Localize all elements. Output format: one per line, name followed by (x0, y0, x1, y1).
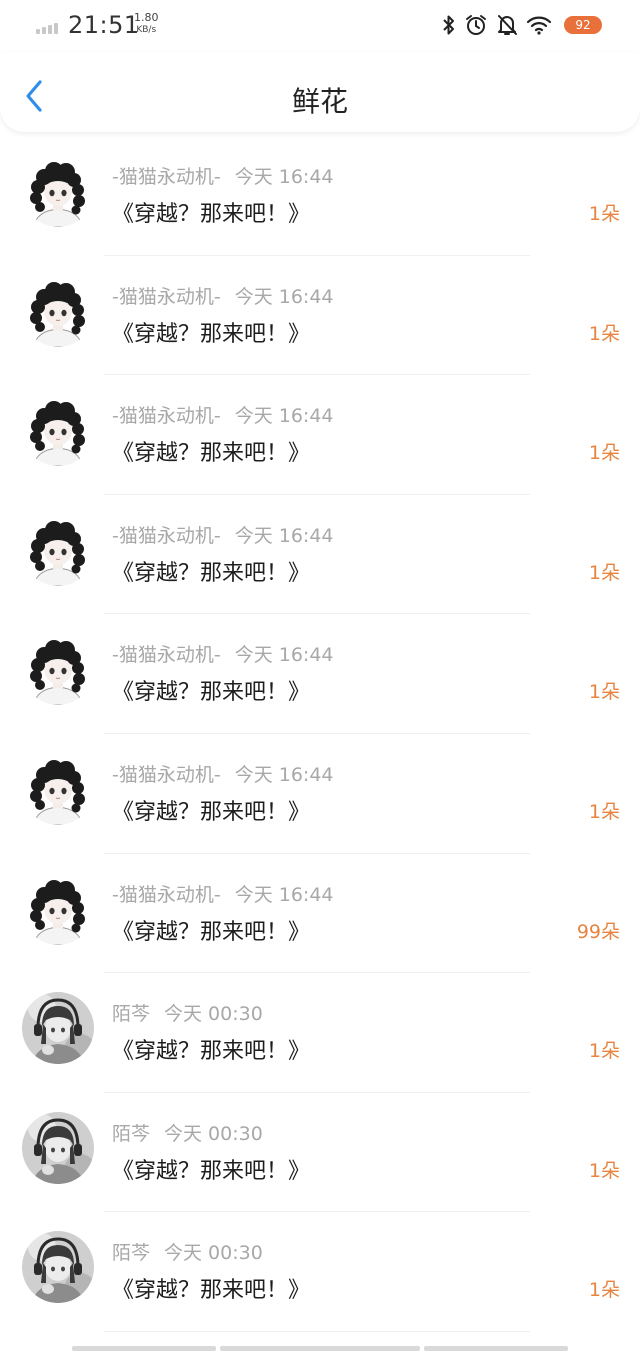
book-title[interactable]: 《穿越？那来吧！》 (112, 316, 310, 348)
flower-count: 1朵 (588, 561, 620, 584)
username[interactable]: -猫猫永动机- (112, 405, 221, 427)
flower-count: 99朵 (576, 920, 620, 943)
item-meta: 陌芩 今天 00:30 (112, 1238, 263, 1265)
list-item[interactable]: -猫猫永动机- 今天 16:44 《穿越？那来吧！》 1朵 (0, 614, 640, 734)
item-meta: -猫猫永动机- 今天 16:44 (112, 401, 334, 428)
list-item[interactable]: 陌芩 今天 00:30 《穿越？那来吧！》 1朵 (0, 973, 640, 1093)
status-time: 21:51 (68, 11, 140, 39)
timestamp: 今天 00:30 (164, 1122, 263, 1145)
bottom-scroll-indicator (0, 1346, 640, 1351)
flower-count: 1朵 (588, 1040, 620, 1063)
list-item[interactable]: -猫猫永动机- 今天 16:44 《穿越？那来吧！》 1朵 (0, 375, 640, 495)
status-bar: 21:51 1.80 KB/s 92 (0, 0, 640, 52)
timestamp: 今天 16:44 (234, 763, 334, 786)
item-meta: -猫猫永动机- 今天 16:44 (112, 760, 334, 787)
book-title[interactable]: 《穿越？那来吧！》 (112, 1033, 310, 1065)
list-item[interactable]: 陌芩 今天 00:30 《穿越？那来吧！》 1朵 (0, 1093, 640, 1213)
item-meta: -猫猫永动机- 今天 16:44 (112, 282, 334, 309)
net-speed-unit: KB/s (136, 25, 157, 35)
book-title[interactable]: 《穿越？那来吧！》 (112, 914, 310, 946)
username[interactable]: 陌芩 (112, 1003, 150, 1025)
avatar[interactable] (22, 992, 94, 1065)
avatar[interactable] (22, 394, 94, 467)
item-meta: -猫猫永动机- 今天 16:44 (112, 880, 334, 907)
avatar[interactable] (22, 1111, 94, 1184)
item-meta: 陌芩 今天 00:30 (112, 1119, 263, 1146)
avatar[interactable] (22, 633, 94, 706)
book-title[interactable]: 《穿越？那来吧！》 (112, 1272, 310, 1304)
list-item[interactable]: -猫猫永动机- 今天 16:44 《穿越？那来吧！》 1朵 (0, 734, 640, 854)
book-title[interactable]: 《穿越？那来吧！》 (112, 196, 310, 228)
avatar[interactable] (22, 1231, 94, 1304)
timestamp: 今天 16:44 (234, 405, 334, 428)
item-meta: -猫猫永动机- 今天 16:44 (112, 521, 334, 548)
username[interactable]: 陌芩 (112, 1242, 150, 1264)
net-speed-value: 1.80 (134, 11, 159, 24)
timestamp: 今天 00:30 (164, 1003, 263, 1026)
item-meta: -猫猫永动机- 今天 16:44 (112, 640, 334, 667)
book-title[interactable]: 《穿越？那来吧！》 (112, 1153, 310, 1185)
book-title[interactable]: 《穿越？那来吧！》 (112, 674, 310, 706)
avatar[interactable] (22, 274, 94, 347)
timestamp: 今天 16:44 (234, 883, 334, 906)
bluetooth-icon (442, 14, 456, 36)
list-item[interactable]: -猫猫永动机- 今天 16:44 《穿越？那来吧！》 1朵 (0, 136, 640, 256)
net-speed: 1.80 KB/s (134, 12, 159, 36)
username[interactable]: -猫猫永动机- (112, 166, 221, 188)
flower-record-list: -猫猫永动机- 今天 16:44 《穿越？那来吧！》 1朵 -猫猫永动机- 今天 16:… (0, 136, 640, 1332)
avatar[interactable] (22, 752, 94, 825)
book-title[interactable]: 《穿越？那来吧！》 (112, 794, 310, 826)
avatar[interactable] (22, 155, 94, 227)
flower-count: 1朵 (588, 681, 620, 704)
item-meta: 陌芩 今天 00:30 (112, 999, 263, 1026)
alarm-icon (464, 13, 488, 37)
timestamp: 今天 16:44 (234, 644, 334, 667)
list-item[interactable]: 陌芩 今天 00:30 《穿越？那来吧！》 1朵 (0, 1212, 640, 1332)
username[interactable]: 陌芩 (112, 1123, 150, 1145)
book-title[interactable]: 《穿越？那来吧！》 (112, 435, 310, 467)
username[interactable]: -猫猫永动机- (112, 286, 221, 308)
username[interactable]: -猫猫永动机- (112, 764, 221, 786)
timestamp: 今天 16:44 (234, 285, 334, 308)
item-meta: -猫猫永动机- 今天 16:44 (112, 162, 334, 189)
wifi-icon (526, 15, 552, 35)
flower-count: 1朵 (588, 203, 620, 225)
avatar[interactable] (22, 872, 94, 945)
flower-count: 1朵 (588, 1159, 620, 1182)
book-title[interactable]: 《穿越？那来吧！》 (112, 555, 310, 587)
list-item[interactable]: -猫猫永动机- 今天 16:44 《穿越？那来吧！》 99朵 (0, 854, 640, 974)
list-item[interactable]: -猫猫永动机- 今天 16:44 《穿越？那来吧！》 1朵 (0, 256, 640, 376)
flower-count: 1朵 (588, 1279, 620, 1302)
username[interactable]: -猫猫永动机- (112, 644, 221, 666)
signal-icon (36, 20, 62, 34)
flower-count: 1朵 (588, 442, 620, 465)
page-title: 鲜花 (291, 85, 348, 118)
username[interactable]: -猫猫永动机- (112, 884, 221, 906)
mute-icon (496, 13, 518, 37)
battery-icon: 92 (564, 16, 602, 34)
status-icons: 92 (442, 12, 602, 38)
username[interactable]: -猫猫永动机- (112, 525, 221, 547)
avatar[interactable] (22, 513, 94, 586)
timestamp: 今天 16:44 (234, 524, 334, 547)
timestamp: 今天 00:30 (164, 1242, 263, 1265)
list-item[interactable]: -猫猫永动机- 今天 16:44 《穿越？那来吧！》 1朵 (0, 495, 640, 615)
header: 鲜花 (0, 52, 640, 132)
timestamp: 今天 16:44 (234, 166, 334, 188)
flower-count: 1朵 (588, 322, 620, 345)
flower-count: 1朵 (588, 800, 620, 823)
